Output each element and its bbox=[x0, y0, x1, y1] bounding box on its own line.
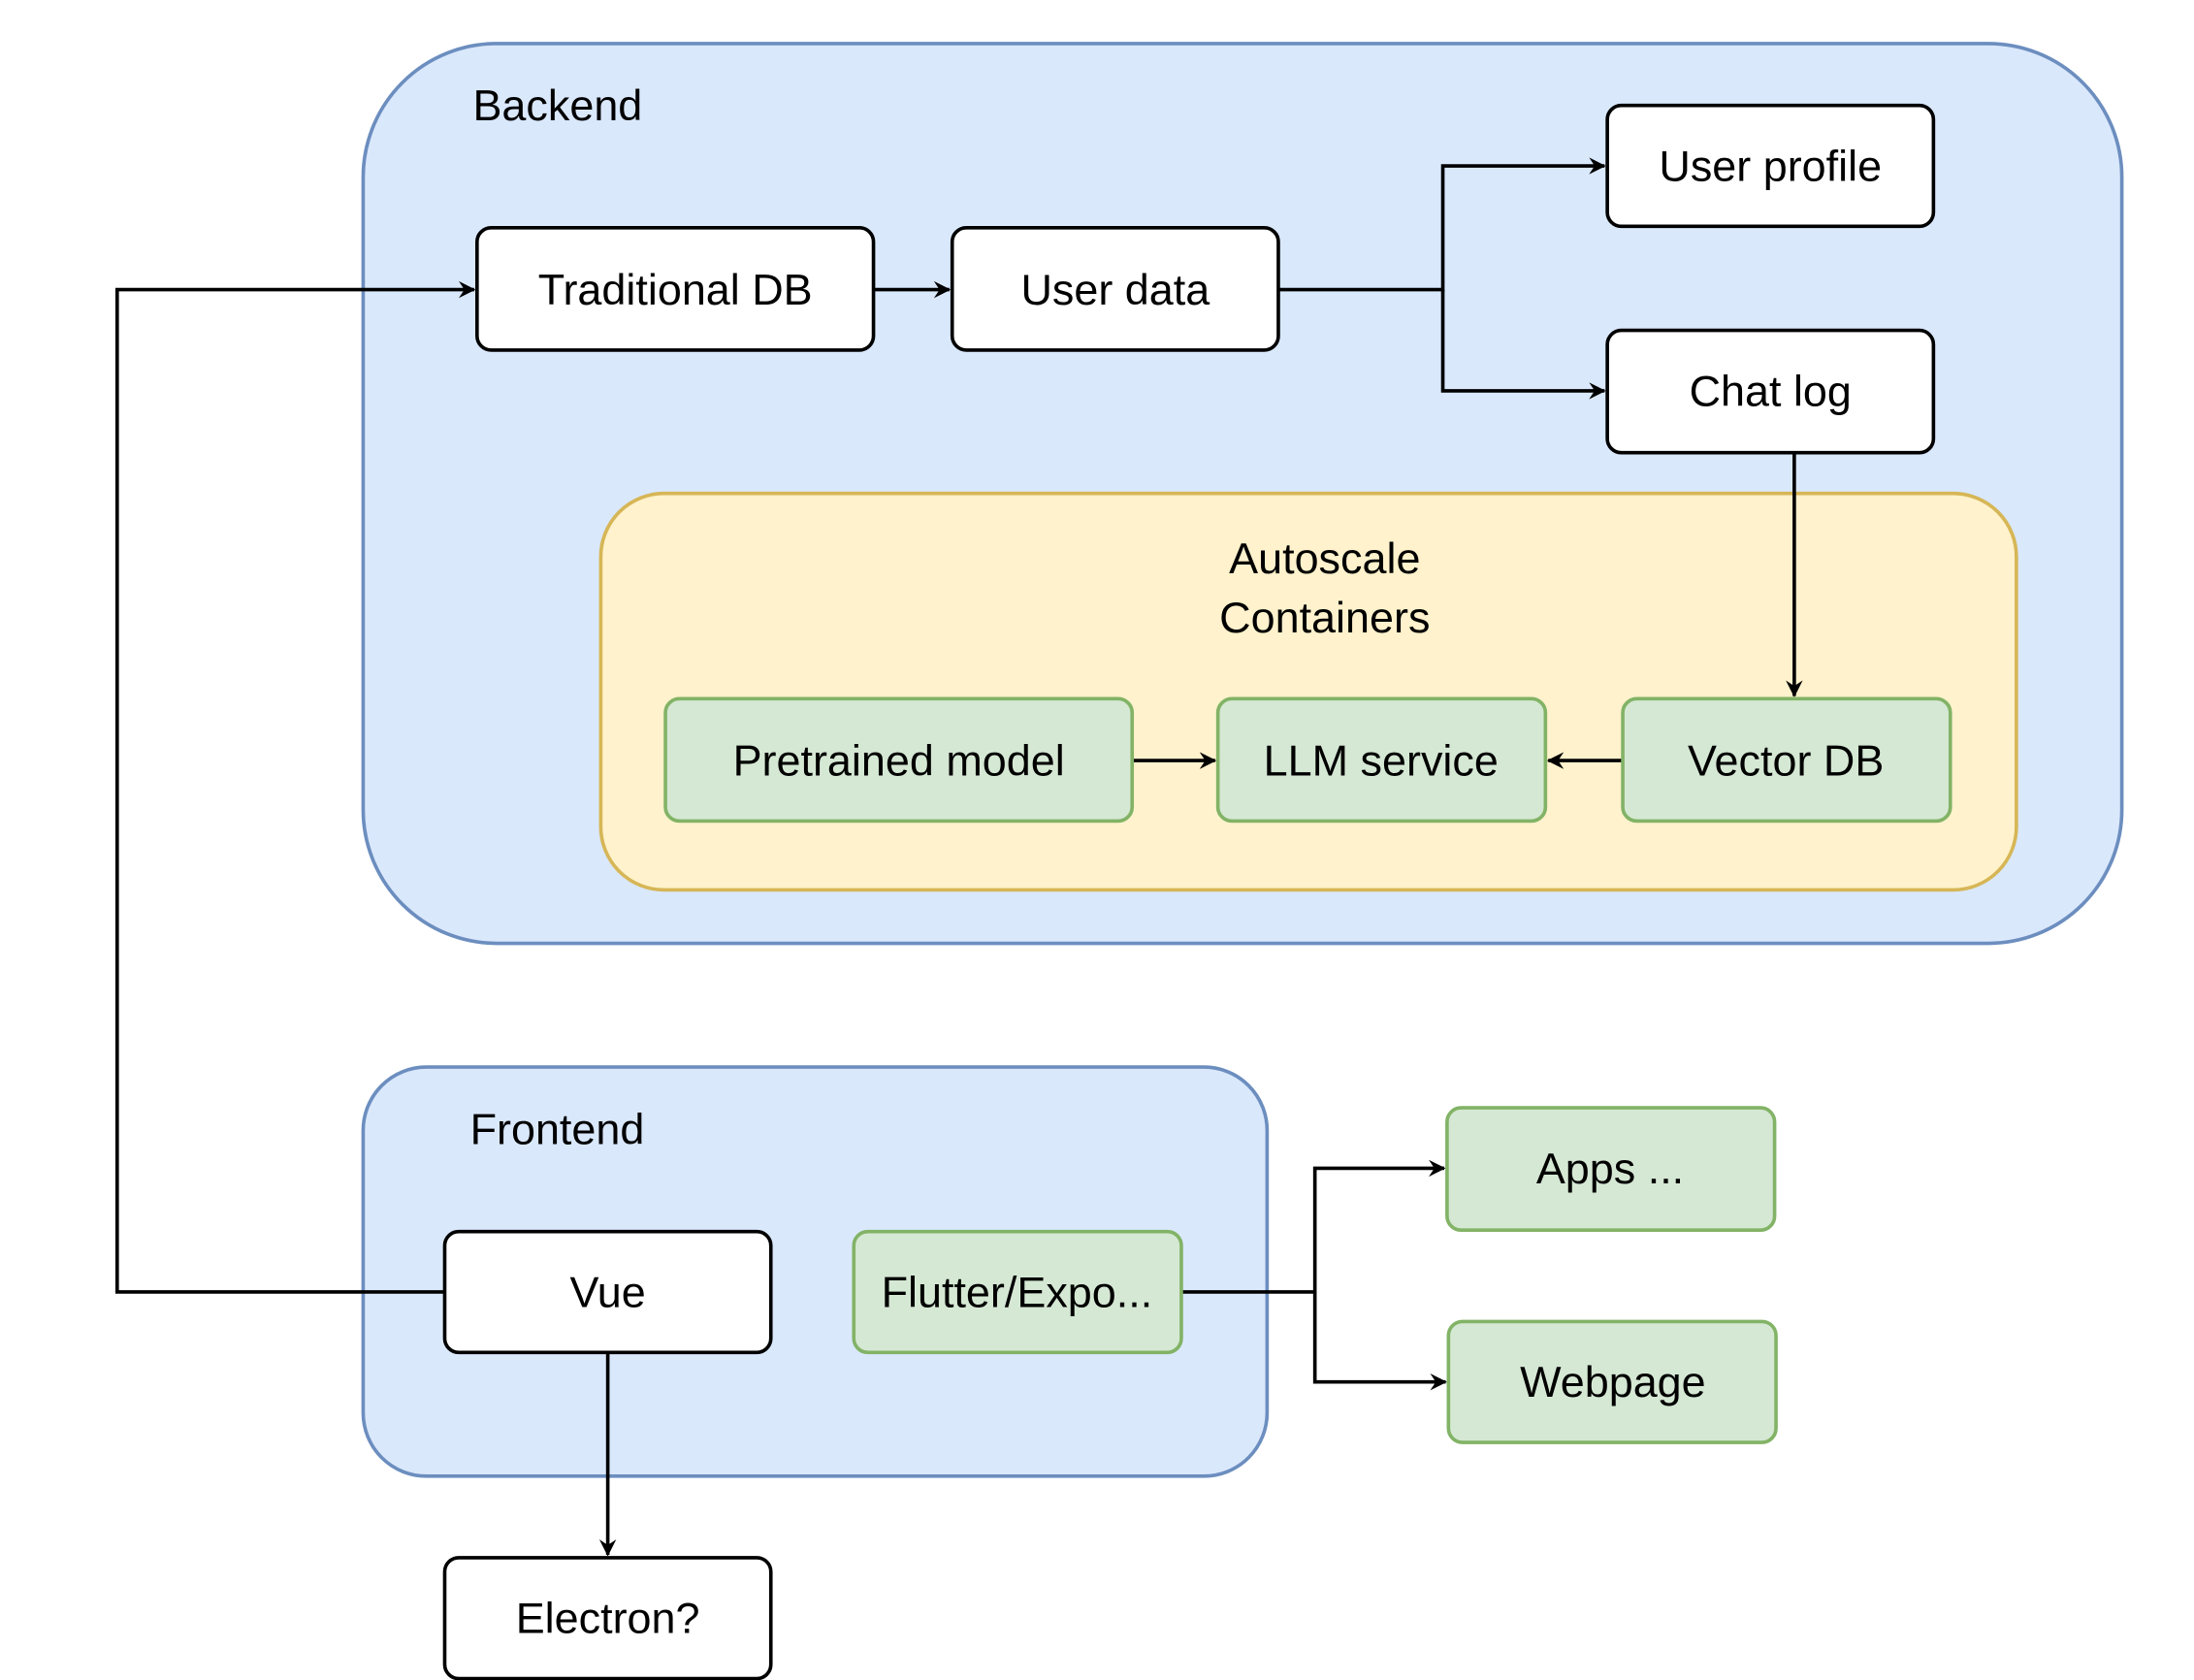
node-label: Vue bbox=[569, 1267, 645, 1316]
node-user-data[interactable]: User data bbox=[950, 225, 1280, 352]
node-label: User data bbox=[1020, 265, 1210, 314]
frontend-label: Frontend bbox=[470, 1104, 645, 1153]
node-flutter-expo[interactable]: Flutter/Expo... bbox=[852, 1229, 1183, 1355]
autoscale-label-line1: Autoscale bbox=[1229, 533, 1420, 583]
node-label: Electron? bbox=[516, 1594, 700, 1643]
node-chat-log[interactable]: Chat log bbox=[1605, 328, 1936, 455]
backend-label: Backend bbox=[472, 81, 642, 130]
node-vector-db[interactable]: Vector DB bbox=[1621, 696, 1952, 824]
node-label: LLM service bbox=[1264, 736, 1499, 786]
autoscale-label-line2: Containers bbox=[1219, 593, 1430, 642]
node-webpage[interactable]: Webpage bbox=[1446, 1319, 1778, 1444]
node-vue[interactable]: Vue bbox=[442, 1229, 773, 1355]
node-label: User profile bbox=[1659, 142, 1882, 191]
node-label: Webpage bbox=[1520, 1357, 1705, 1406]
node-label: Flutter/Expo... bbox=[882, 1267, 1153, 1316]
node-label: Chat log bbox=[1690, 366, 1852, 415]
autoscale-containers-group: Autoscale Containers bbox=[598, 491, 2018, 892]
node-pretrained-model[interactable]: Pretrained model bbox=[663, 696, 1135, 824]
node-apps[interactable]: Apps ... bbox=[1445, 1106, 1777, 1233]
node-llm-service[interactable]: LLM service bbox=[1215, 696, 1548, 824]
node-label: Vector DB bbox=[1688, 736, 1884, 786]
node-traditional-db[interactable]: Traditional DB bbox=[475, 225, 876, 352]
node-user-profile[interactable]: User profile bbox=[1605, 103, 1936, 229]
node-electron[interactable]: Electron? bbox=[442, 1556, 773, 1680]
architecture-diagram: Backend Autoscale Containers Frontend Tr… bbox=[114, 42, 2124, 1680]
node-label: Apps ... bbox=[1536, 1144, 1684, 1193]
edge-flutter-to-webpage bbox=[1312, 1291, 1447, 1391]
node-label: Pretrained model bbox=[733, 736, 1065, 786]
node-label: Traditional DB bbox=[538, 265, 813, 314]
